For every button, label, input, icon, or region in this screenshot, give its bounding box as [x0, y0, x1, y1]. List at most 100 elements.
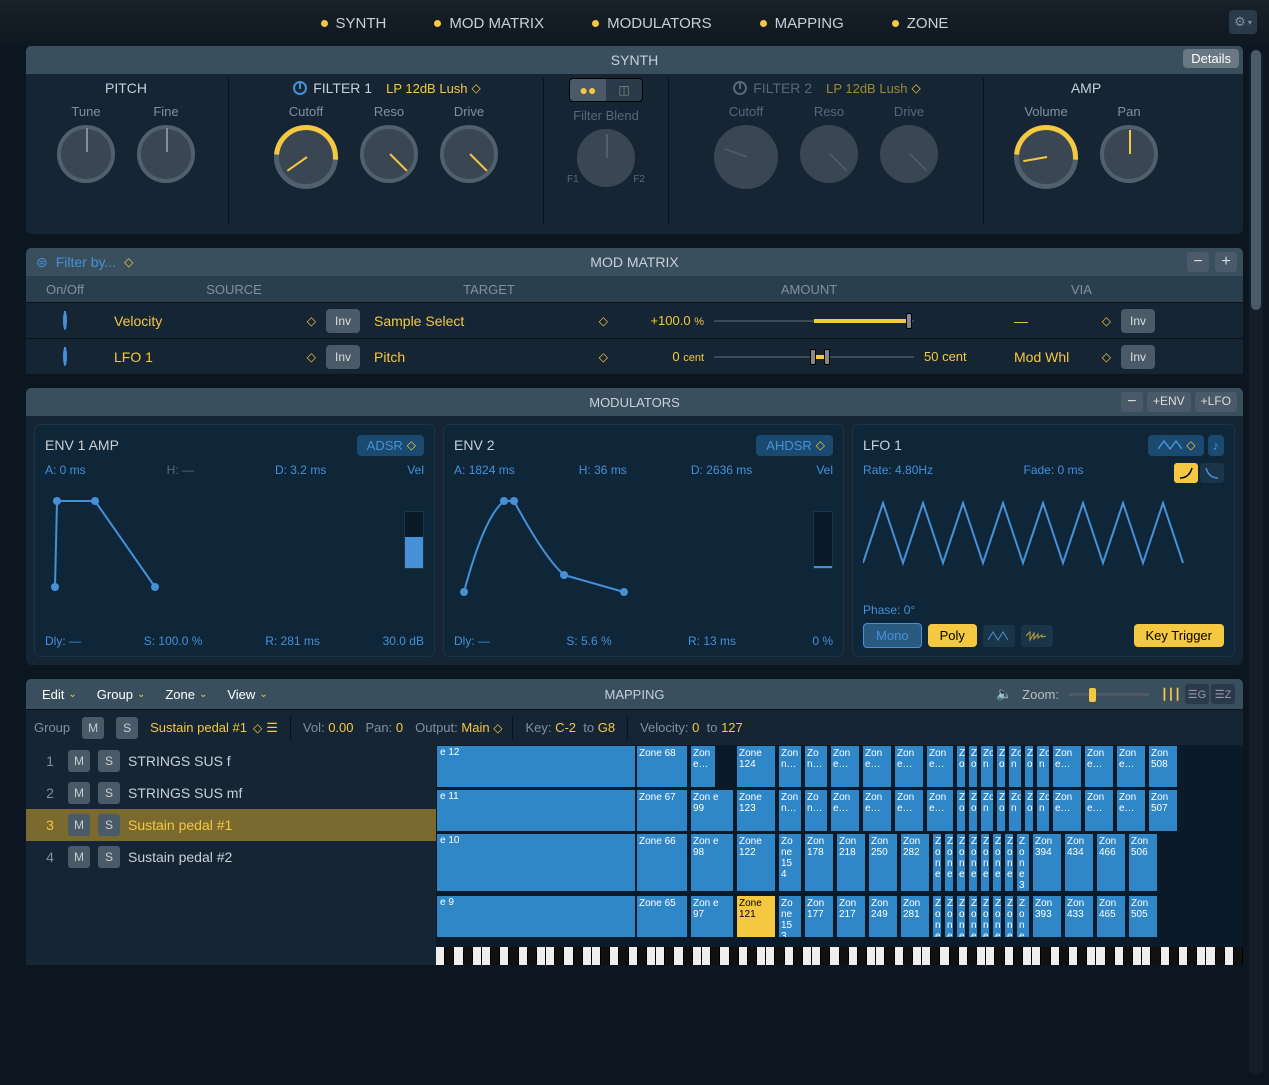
zoom-slider[interactable]: [1069, 693, 1149, 696]
piano-key[interactable]: [574, 947, 583, 965]
piano-key[interactable]: [500, 947, 509, 965]
zone-cell[interactable]: Z o: [996, 789, 1006, 832]
env2-vel-value[interactable]: 0 %: [812, 634, 833, 648]
group-row[interactable]: 2MSSTRINGS SUS mf: [26, 777, 436, 809]
zone-cell[interactable]: Zon 218: [836, 833, 866, 892]
piano-key[interactable]: [1096, 947, 1105, 965]
piano-key[interactable]: [1225, 947, 1234, 965]
piano-key[interactable]: [931, 947, 940, 965]
piano-key[interactable]: [684, 947, 693, 965]
lfo1-wave-select[interactable]: ◇: [1148, 435, 1203, 456]
vol-param[interactable]: Vol: 0.00: [303, 720, 354, 735]
zone-cell[interactable]: Zon e…: [1116, 789, 1146, 832]
piano-key[interactable]: [830, 947, 839, 965]
zone-cell[interactable]: Zo n: [980, 789, 994, 832]
piano-key[interactable]: [537, 947, 546, 965]
piano-key[interactable]: [1161, 947, 1170, 965]
zone-cell[interactable]: Zone 121: [736, 895, 776, 938]
zone-cell[interactable]: Zon e…: [1084, 789, 1114, 832]
env1-vel-value[interactable]: 30.0 dB: [383, 634, 424, 648]
env2-hold[interactable]: H: 36 ms: [579, 463, 627, 477]
zone-cell[interactable]: Zo ne 15 4: [778, 833, 802, 892]
zone-cell[interactable]: Zone 123: [736, 789, 776, 832]
source-inv-button[interactable]: Inv: [326, 309, 360, 333]
zone-cell[interactable]: Z o: [968, 789, 978, 832]
piano-keyboard[interactable]: [436, 947, 1243, 965]
zone-cell[interactable]: Zon e…: [1052, 745, 1082, 788]
piano-key[interactable]: [1142, 947, 1151, 965]
zone-cell[interactable]: Z o n e: [1004, 895, 1014, 938]
zone-cell[interactable]: [436, 745, 636, 788]
piano-key[interactable]: [803, 947, 812, 965]
zone-cell[interactable]: Zo ne 15 3: [778, 895, 802, 938]
piano-key[interactable]: [1023, 947, 1032, 965]
zone-cell[interactable]: Zon n…: [778, 745, 802, 788]
via-inv-button[interactable]: Inv: [1121, 345, 1155, 369]
piano-key[interactable]: [1051, 947, 1060, 965]
zone-cell[interactable]: Zone 122: [736, 833, 776, 892]
env1-hold[interactable]: H: —: [167, 463, 194, 477]
piano-key[interactable]: [528, 947, 537, 965]
zone-cell[interactable]: Zon e…: [862, 789, 892, 832]
blend-knob[interactable]: F1F2: [577, 129, 635, 187]
target-select[interactable]: Sample Select◇: [364, 313, 614, 329]
group-menu[interactable]: Group⌄: [89, 683, 154, 706]
tab-modmatrix[interactable]: MOD MATRIX: [434, 15, 544, 32]
mute-button[interactable]: M: [68, 814, 90, 836]
piano-key[interactable]: [876, 947, 885, 965]
zone-cell[interactable]: Zon 217: [836, 895, 866, 938]
env2-vel-slider[interactable]: [813, 511, 833, 569]
piano-key[interactable]: [950, 947, 959, 965]
zone-cell[interactable]: Zon 282: [900, 833, 930, 892]
piano-key[interactable]: [748, 947, 757, 965]
zone-cell[interactable]: Zone 68: [636, 745, 688, 788]
piano-key[interactable]: [720, 947, 729, 965]
piano-key[interactable]: [583, 947, 592, 965]
piano-key[interactable]: [895, 947, 904, 965]
target-select[interactable]: Pitch◇: [364, 349, 614, 365]
lfo1-phase[interactable]: Phase: 0°: [863, 603, 915, 617]
zone-cell[interactable]: Zon 465: [1096, 895, 1126, 938]
zone-cell[interactable]: Zon 393: [1032, 895, 1062, 938]
piano-key[interactable]: [601, 947, 610, 965]
velocity-range-param[interactable]: Velocity: 0 to 127: [640, 720, 743, 735]
env2-graph[interactable]: [454, 487, 833, 597]
piano-key[interactable]: [555, 947, 564, 965]
zone-cell[interactable]: Z o n e: [944, 833, 954, 892]
piano-key[interactable]: [1060, 947, 1069, 965]
piano-key[interactable]: [885, 947, 894, 965]
zone-cell[interactable]: Z o: [956, 789, 966, 832]
routing-parallel-button[interactable]: ◫: [606, 79, 642, 101]
fine-knob[interactable]: [137, 125, 195, 183]
group-solo-button[interactable]: S: [116, 717, 138, 739]
view-zones-button[interactable]: ☰Z: [1211, 684, 1235, 704]
zone-cell[interactable]: Z o n e: [1004, 833, 1014, 892]
env2-decay[interactable]: D: 2636 ms: [691, 463, 752, 477]
solo-button[interactable]: S: [98, 846, 120, 868]
lfo1-fade[interactable]: Fade: 0 ms: [1024, 463, 1084, 483]
fade-out-curve-button[interactable]: [1200, 463, 1224, 483]
row-power-button[interactable]: [63, 349, 67, 364]
zone-cell[interactable]: Zon 508: [1148, 745, 1178, 788]
piano-key[interactable]: [977, 947, 986, 965]
view-groups-button[interactable]: ☰G: [1185, 684, 1209, 704]
zone-cell[interactable]: Zon 433: [1064, 895, 1094, 938]
zone-cell[interactable]: Zon 250: [868, 833, 898, 892]
piano-key[interactable]: [619, 947, 628, 965]
remove-row-button[interactable]: −: [1187, 252, 1209, 272]
details-button[interactable]: Details: [1183, 49, 1239, 68]
zone-cell[interactable]: Zo n: [1008, 745, 1022, 788]
piano-key[interactable]: [473, 947, 482, 965]
zone-cell[interactable]: Zon e…: [1116, 745, 1146, 788]
routing-serial-button[interactable]: ●●: [570, 79, 606, 101]
piano-key[interactable]: [592, 947, 601, 965]
zone-cell[interactable]: [436, 833, 636, 892]
zone-cell[interactable]: Z o n e 3: [1016, 833, 1030, 892]
add-lfo-button[interactable]: +LFO: [1195, 392, 1237, 412]
zone-cell[interactable]: Z o n e: [932, 895, 942, 938]
tune-knob[interactable]: [57, 125, 115, 183]
piano-key[interactable]: [1197, 947, 1206, 965]
lfo-shape-b-button[interactable]: [1021, 625, 1053, 647]
zone-cell[interactable]: Z o: [1024, 745, 1034, 788]
env2-mode-select[interactable]: AHDSR◇: [756, 435, 833, 456]
